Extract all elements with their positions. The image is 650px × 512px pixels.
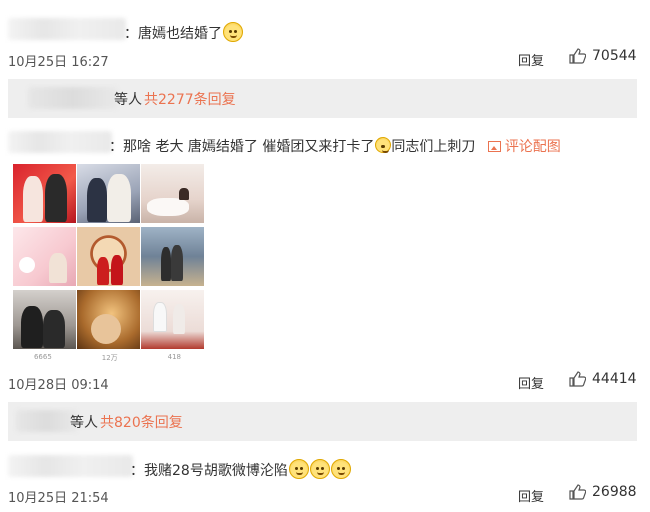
comment-date: 10月25日 21:54 bbox=[8, 491, 109, 506]
comment-picture-label: 评论配图 bbox=[504, 139, 561, 155]
like-button[interactable]: 44414 bbox=[569, 371, 637, 387]
doge-emoji-icon bbox=[309, 459, 330, 479]
photo-8[interactable] bbox=[77, 290, 140, 349]
blurred-username[interactable] bbox=[8, 131, 112, 153]
like-count: 26988 bbox=[592, 484, 637, 500]
like-count: 44414 bbox=[592, 371, 637, 387]
photo-grid[interactable]: 6665 12万 418 bbox=[9, 160, 206, 365]
replies-count-link[interactable]: 共820条回复 bbox=[100, 412, 183, 432]
photo-9[interactable] bbox=[141, 290, 204, 349]
laugh-cry-emoji-icon bbox=[375, 137, 392, 153]
reply-button[interactable]: 回复 bbox=[518, 486, 544, 505]
comment-text: ：唐嫣也结婚了 bbox=[124, 22, 243, 43]
photo-2[interactable] bbox=[77, 164, 140, 223]
thumbs-up-icon bbox=[569, 484, 586, 500]
replies-bar[interactable]: 等人 共2277条回复 bbox=[8, 79, 637, 118]
replies-who: 等人 bbox=[114, 92, 142, 108]
blurred-username bbox=[28, 87, 118, 109]
photo-5[interactable] bbox=[77, 227, 140, 286]
photo-6[interactable] bbox=[141, 227, 204, 286]
like-button[interactable]: 26988 bbox=[569, 484, 637, 500]
reply-button[interactable]: 回复 bbox=[518, 373, 544, 392]
comment-date: 10月28日 09:14 bbox=[8, 378, 109, 393]
photo-stat-likes: 418 bbox=[167, 353, 181, 361]
picture-icon bbox=[487, 141, 501, 152]
blurred-username bbox=[16, 410, 78, 432]
blurred-username[interactable] bbox=[8, 18, 126, 40]
comment-text-content: ：我赌28号胡歌微博沦陷 bbox=[130, 463, 288, 479]
photo-stats: 6665 12万 418 bbox=[9, 353, 206, 363]
photo-7[interactable] bbox=[13, 290, 76, 349]
doge-emoji-icon bbox=[330, 459, 351, 479]
comment-text-content: ：唐嫣也结婚了 bbox=[124, 26, 222, 42]
replies-count-link[interactable]: 共2277条回复 bbox=[144, 89, 236, 109]
doge-emoji-icon bbox=[223, 22, 243, 42]
like-button[interactable]: 70544 bbox=[569, 48, 637, 64]
like-count: 70544 bbox=[592, 48, 637, 64]
comment-text: ：我赌28号胡歌微博沦陷 bbox=[130, 459, 351, 480]
doge-emoji-icon bbox=[288, 459, 309, 479]
comment-date: 10月25日 16:27 bbox=[8, 55, 109, 70]
comment-text-content: ：那啥 老大 唐嫣结婚了 催婚团又来打卡了 bbox=[109, 139, 375, 155]
reply-button[interactable]: 回复 bbox=[518, 50, 544, 69]
photo-1[interactable] bbox=[13, 164, 76, 223]
photo-stat-views: 12万 bbox=[101, 354, 118, 362]
thumbs-up-icon bbox=[569, 371, 586, 387]
thumbs-up-icon bbox=[569, 48, 586, 64]
photo-4[interactable] bbox=[13, 227, 76, 286]
photo-stat-reposts: 6665 bbox=[33, 353, 52, 361]
comment-picture-link[interactable]: 评论配图 bbox=[487, 139, 561, 155]
replies-bar[interactable]: 等人 共820条回复 bbox=[8, 402, 637, 441]
photo-3[interactable] bbox=[141, 164, 204, 223]
comment-text-tail: 同志们上刺刀 bbox=[391, 139, 476, 155]
blurred-username[interactable] bbox=[8, 455, 133, 477]
comment-text: ：那啥 老大 唐嫣结婚了 催婚团又来打卡了 同志们上刺刀 评论配图 bbox=[109, 136, 561, 156]
replies-who: 等人 bbox=[70, 415, 98, 431]
